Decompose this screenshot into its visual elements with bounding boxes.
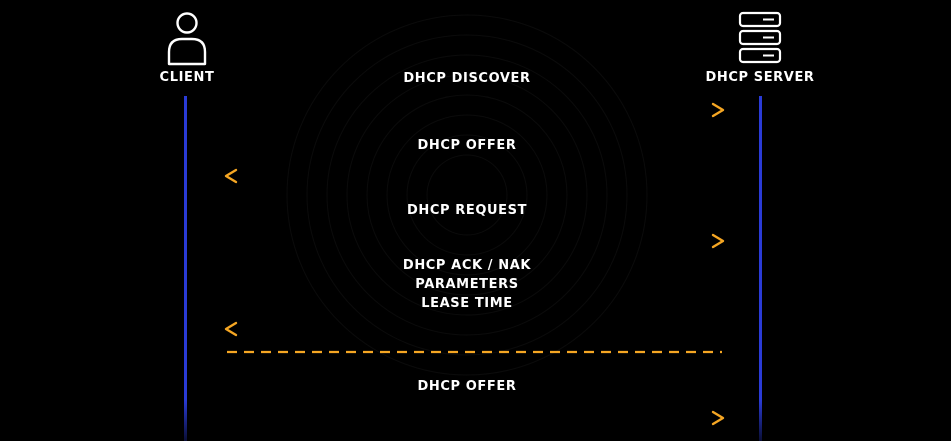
server-icon bbox=[738, 11, 782, 64]
server-lifeline bbox=[759, 96, 762, 441]
message-label: PARAMETERS bbox=[415, 277, 519, 292]
message-label: DHCP OFFER bbox=[417, 138, 517, 153]
message-label: DHCP REQUEST bbox=[406, 203, 528, 218]
message-offer: DHCP OFFER bbox=[418, 137, 517, 154]
background-rings bbox=[286, 14, 648, 376]
message-offer-2: DHCP OFFER bbox=[418, 378, 517, 395]
message-ack: DHCP ACK / NAK PARAMETERS LEASE TIME bbox=[403, 257, 531, 312]
client-label: CLIENT bbox=[159, 70, 215, 85]
message-request: DHCP REQUEST bbox=[407, 202, 527, 219]
diagram-canvas bbox=[184, 14, 762, 441]
message-label: DHCP DISCOVER bbox=[403, 71, 531, 86]
dhcp-sequence-diagram: CLIENT DHCP SERVER DHCP DISCOVER DHCP OF… bbox=[0, 0, 951, 441]
message-label: LEASE TIME bbox=[421, 296, 513, 311]
message-label: DHCP ACK / NAK bbox=[402, 258, 532, 273]
message-label: DHCP OFFER bbox=[417, 379, 517, 394]
message-discover: DHCP DISCOVER bbox=[403, 70, 530, 87]
server-label: DHCP SERVER bbox=[705, 70, 815, 85]
client-lifeline bbox=[184, 96, 187, 441]
person-icon bbox=[167, 12, 207, 66]
